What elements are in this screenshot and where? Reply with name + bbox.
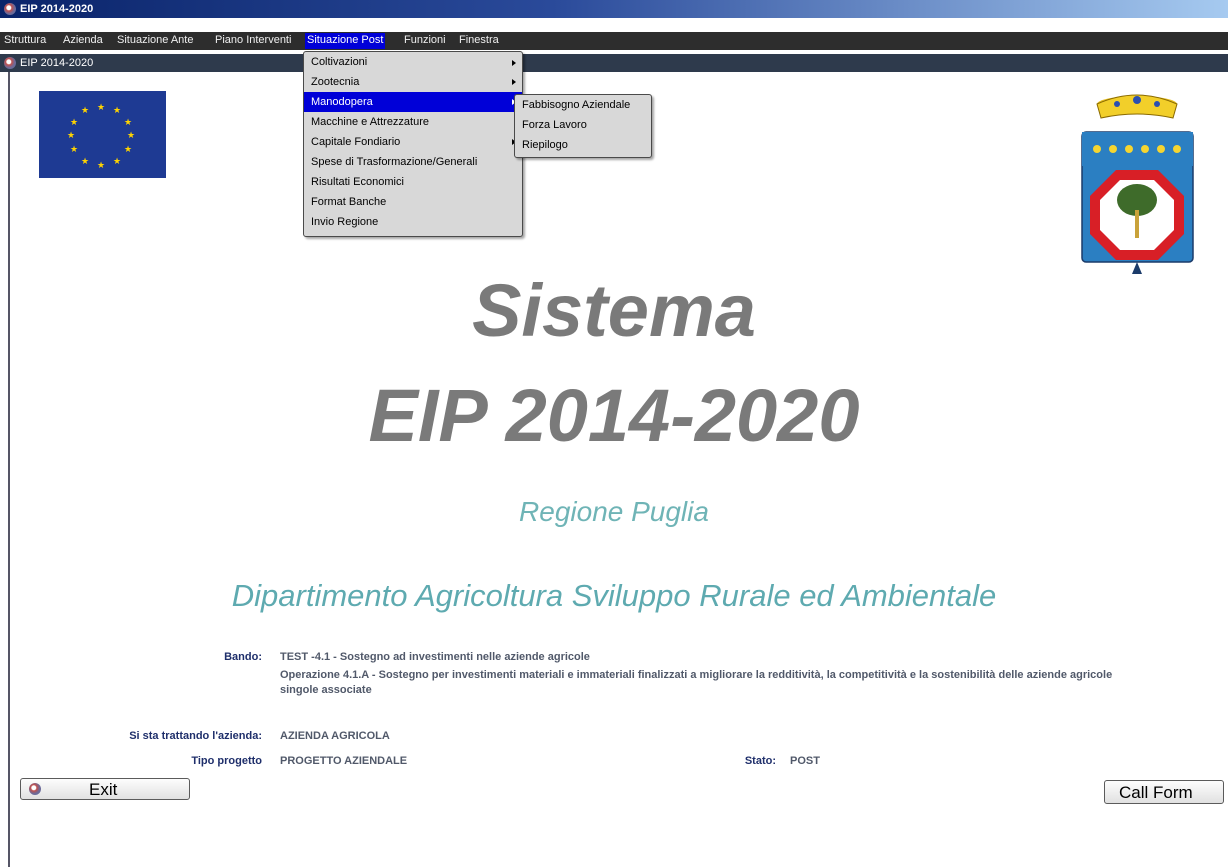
- menu-bar: Struttura Azienda Situazione Ante Piano …: [0, 32, 1228, 50]
- eu-flag-logo: ★ ★ ★ ★ ★ ★ ★ ★ ★ ★ ★ ★: [39, 91, 166, 178]
- menu-situazione-ante[interactable]: Situazione Ante: [116, 34, 194, 46]
- menu-situazione-post[interactable]: Situazione Post: [305, 33, 386, 49]
- stato-label: Stato:: [744, 755, 776, 767]
- tipo-progetto-label: Tipo progetto: [191, 755, 262, 767]
- submenu-item-riepilogo[interactable]: Riepilogo: [515, 135, 651, 155]
- situazione-post-dropdown: Coltivazioni Zootecnia Manodopera Macchi…: [303, 51, 523, 237]
- window-title: EIP 2014-2020: [20, 3, 94, 15]
- window-title-bar: EIP 2014-2020: [0, 0, 1228, 18]
- inner-window-title: EIP 2014-2020: [20, 57, 94, 69]
- system-heading: Sistema: [472, 269, 756, 352]
- exit-button[interactable]: Exit: [20, 778, 190, 800]
- menu-item-capitale-fondiario[interactable]: Capitale Fondiario: [304, 132, 522, 152]
- menu-piano-interventi[interactable]: Piano Interventi: [214, 34, 292, 46]
- menu-item-format-banche[interactable]: Format Banche: [304, 192, 522, 212]
- bando-line-2: Operazione 4.1.A - Sostegno per investim…: [280, 669, 1113, 681]
- bando-line-3: singole associate: [280, 684, 372, 696]
- menu-struttura[interactable]: Struttura: [3, 34, 47, 46]
- menu-item-zootecnia[interactable]: Zootecnia: [304, 72, 522, 92]
- menu-finestra[interactable]: Finestra: [458, 34, 500, 46]
- regione-puglia-crest-logo: [1081, 94, 1194, 274]
- menu-item-macchine-attrezzature[interactable]: Macchine e Attrezzature: [304, 112, 522, 132]
- call-form-button[interactable]: Call Form: [1104, 780, 1224, 804]
- submenu-arrow-icon: [512, 79, 516, 85]
- submenu-item-forza-lavoro[interactable]: Forza Lavoro: [515, 115, 651, 135]
- manodopera-submenu: Fabbisogno Aziendale Forza Lavoro Riepil…: [514, 94, 652, 158]
- submenu-arrow-icon: [512, 60, 516, 66]
- menu-azienda[interactable]: Azienda: [62, 34, 104, 46]
- inner-app-icon: [4, 57, 16, 69]
- exit-button-label: Exit: [89, 780, 118, 799]
- menu-item-manodopera[interactable]: Manodopera: [304, 92, 522, 112]
- azienda-value: AZIENDA AGRICOLA: [280, 730, 390, 742]
- menu-item-invio-regione[interactable]: Invio Regione: [304, 212, 522, 232]
- call-form-button-label: Call Form: [1119, 783, 1193, 802]
- menu-item-coltivazioni[interactable]: Coltivazioni: [304, 53, 522, 72]
- exit-icon: [29, 783, 41, 795]
- bando-line-1: TEST -4.1 - Sostegno ad investimenti nel…: [280, 651, 590, 663]
- menu-item-risultati-economici[interactable]: Risultati Economici: [304, 172, 522, 192]
- department-heading: Dipartimento Agricoltura Sviluppo Rurale…: [231, 578, 997, 613]
- bando-label: Bando:: [224, 651, 262, 663]
- menu-funzioni[interactable]: Funzioni: [403, 34, 447, 46]
- program-heading: EIP 2014-2020: [368, 374, 860, 457]
- content-area: [8, 72, 1228, 867]
- app-icon: [4, 3, 16, 15]
- submenu-item-fabbisogno-aziendale[interactable]: Fabbisogno Aziendale: [515, 95, 651, 115]
- inner-window-title-bar: EIP 2014-2020: [0, 54, 1228, 72]
- stato-value: POST: [790, 755, 820, 767]
- tipo-progetto-value: PROGETTO AZIENDALE: [280, 755, 408, 767]
- region-heading: Regione Puglia: [519, 496, 709, 527]
- menu-item-spese-trasformazione[interactable]: Spese di Trasformazione/Generali: [304, 152, 522, 172]
- azienda-label: Si sta trattando l'azienda:: [129, 730, 262, 742]
